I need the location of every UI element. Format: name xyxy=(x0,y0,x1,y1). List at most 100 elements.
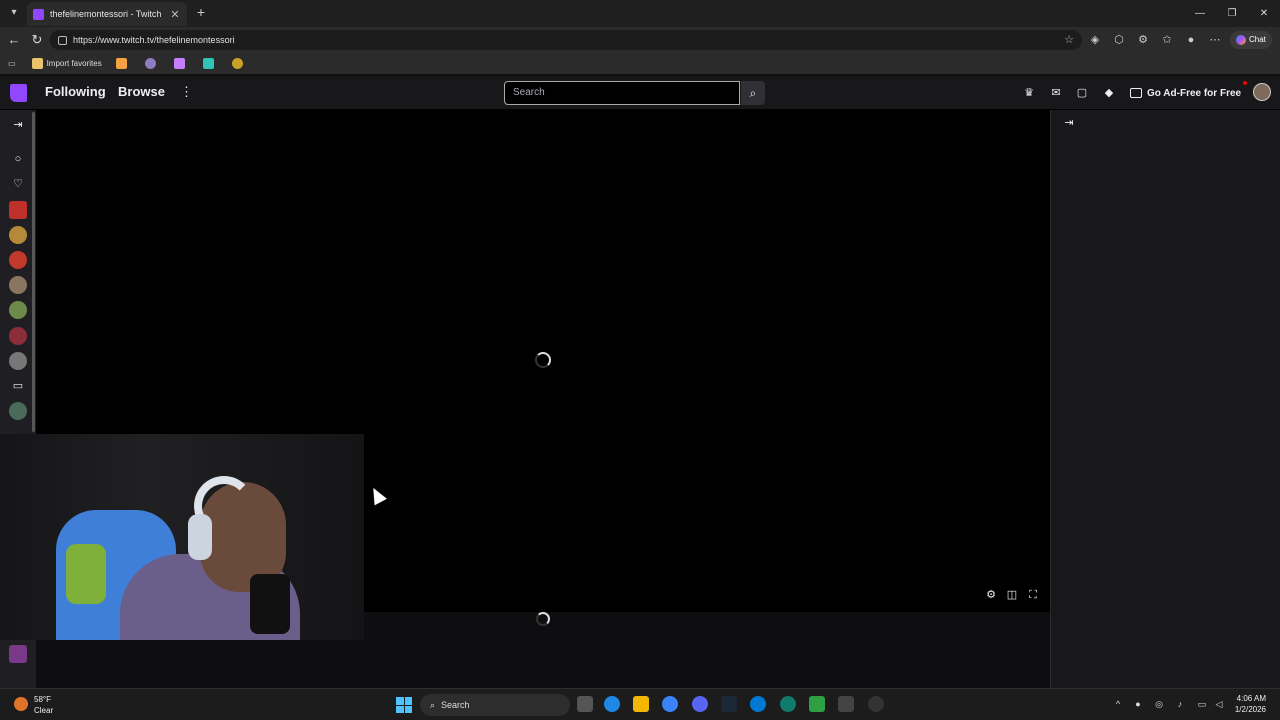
site-info-icon[interactable] xyxy=(58,35,67,45)
steam-icon[interactable] xyxy=(721,696,737,712)
favorite-5[interactable] xyxy=(231,58,247,69)
twitch-logo-icon[interactable] xyxy=(10,84,27,102)
windows-taskbar: 58°F Clear ⌕ Search ^ ● ◎ ♪ ▭ ◁ 4:06 AM … xyxy=(0,688,1280,720)
maximize-button[interactable]: ❐ xyxy=(1216,0,1248,27)
favorite-star-icon[interactable]: ☆ xyxy=(1064,33,1074,46)
edge-icon[interactable] xyxy=(604,696,620,712)
more-menu-icon[interactable]: ⋮ xyxy=(180,84,193,100)
microphone-icon[interactable]: ♪ xyxy=(1174,698,1186,710)
nav-following[interactable]: Following xyxy=(45,84,106,99)
settings-gear-icon[interactable]: ⚙ xyxy=(984,588,998,602)
copilot-chat-button[interactable]: Chat xyxy=(1230,31,1272,49)
new-tab-button[interactable]: + xyxy=(193,4,209,20)
more-options-icon[interactable]: ⋯ xyxy=(1206,30,1224,50)
go-ad-free-button[interactable]: Go Ad-Free for Free xyxy=(1130,84,1241,102)
browser-tab-bar: ▾ thefelinemontessori - Twitch ✕ + — ❐ ✕ xyxy=(0,0,1280,27)
app-icon[interactable] xyxy=(868,696,884,712)
folder-icon xyxy=(31,58,43,69)
profile-icon[interactable]: ● xyxy=(1182,30,1200,50)
bookmark-icon xyxy=(115,58,127,69)
url-text: https://www.twitch.tv/thefelinemontessor… xyxy=(73,35,235,45)
reading-list-icon[interactable]: ▭ xyxy=(8,59,16,68)
window-controls: — ❐ ✕ xyxy=(1184,0,1280,27)
favorites-icon[interactable]: ✩ xyxy=(1158,30,1176,50)
favorite-4[interactable] xyxy=(202,58,218,69)
favorite-2[interactable] xyxy=(144,58,160,69)
task-view-icon[interactable] xyxy=(577,696,593,712)
bookmark-icon xyxy=(173,58,185,69)
fullscreen-icon[interactable]: ⛶ xyxy=(1026,588,1040,602)
webcam-overlay xyxy=(0,434,364,640)
followed-channel-avatar[interactable] xyxy=(9,645,27,663)
headset-earcup xyxy=(188,514,212,560)
tab-actions-icon[interactable]: ▾ xyxy=(6,5,22,21)
notification-dot xyxy=(1243,81,1247,85)
gaming-chair-accent xyxy=(66,544,106,604)
followed-channel-avatar[interactable] xyxy=(9,201,27,219)
inbox-icon[interactable]: ✉ xyxy=(1048,85,1064,101)
taskbar-search-label: Search xyxy=(441,700,470,710)
refresh-icon[interactable]: ↻ xyxy=(29,32,45,48)
app-icon[interactable] xyxy=(809,696,825,712)
app-icon[interactable] xyxy=(838,696,854,712)
tray-app-icon[interactable]: ● xyxy=(1132,698,1144,710)
copilot-app-icon[interactable] xyxy=(662,696,678,712)
file-explorer-icon[interactable] xyxy=(633,696,649,712)
followed-channel-avatar[interactable] xyxy=(9,301,27,319)
followed-channel-avatar[interactable] xyxy=(9,226,27,244)
browser-toolbar: ◈ ⬡ ⚙ ✩ ● ⋯ xyxy=(1086,30,1224,50)
theatre-mode-icon[interactable]: ◫ xyxy=(1005,588,1019,602)
search-icon[interactable]: ⌕ xyxy=(741,81,765,105)
close-tab-icon[interactable]: ✕ xyxy=(169,8,181,21)
extension-icon[interactable]: ◈ xyxy=(1086,30,1104,50)
volume-icon[interactable]: ◁ xyxy=(1213,698,1225,710)
favorite-1[interactable] xyxy=(115,58,131,69)
recommended-icon[interactable]: ○ xyxy=(10,151,26,167)
player-controls: ⚙ ◫ ⛶ xyxy=(984,588,1040,602)
split-screen-icon[interactable]: ⚙ xyxy=(1134,30,1152,50)
followed-channel-avatar[interactable] xyxy=(9,402,27,420)
import-favorites-label: Import favorites xyxy=(46,59,102,68)
show-hidden-icons-icon[interactable]: ^ xyxy=(1112,698,1124,710)
bookmark-icon xyxy=(231,58,243,69)
expand-sidebar-icon[interactable]: ⇥ xyxy=(10,117,26,133)
bits-icon[interactable]: ◆ xyxy=(1101,85,1117,101)
whispers-icon[interactable]: ▢ xyxy=(1074,85,1090,101)
network-icon[interactable]: ▭ xyxy=(1196,698,1208,710)
microphone xyxy=(250,574,290,634)
chat-label: Chat xyxy=(1249,35,1266,44)
start-button[interactable] xyxy=(396,697,412,713)
url-input[interactable]: https://www.twitch.tv/thefelinemontessor… xyxy=(50,30,1082,50)
close-window-button[interactable]: ✕ xyxy=(1248,0,1280,27)
search-input[interactable]: Search xyxy=(504,81,740,105)
loading-spinner-icon xyxy=(535,352,551,368)
crown-icon[interactable]: ♛ xyxy=(1021,85,1037,101)
back-arrow-icon[interactable]: ← xyxy=(6,32,22,48)
browser-tab-twitch[interactable]: thefelinemontessori - Twitch ✕ xyxy=(27,2,187,26)
clock-date[interactable]: 1/2/2026 xyxy=(1230,705,1266,714)
followed-channel-avatar[interactable] xyxy=(9,251,27,269)
video-camera-icon[interactable]: ▭ xyxy=(10,378,26,394)
extensions-puzzle-icon[interactable]: ⬡ xyxy=(1110,30,1128,50)
followed-channel-avatar[interactable] xyxy=(9,352,27,370)
sidebar-scrollbar[interactable] xyxy=(32,112,35,432)
user-avatar[interactable] xyxy=(1253,83,1271,101)
clock-time[interactable]: 4:06 AM xyxy=(1230,694,1266,703)
app-icon[interactable] xyxy=(750,696,766,712)
discord-icon[interactable] xyxy=(692,696,708,712)
followed-channel-avatar[interactable] xyxy=(9,276,27,294)
favorite-3[interactable] xyxy=(173,58,189,69)
weather-icon[interactable] xyxy=(14,697,28,711)
followed-channel-avatar[interactable] xyxy=(9,327,27,345)
favorites-bar: ▭ Import favorites xyxy=(0,53,1280,75)
app-icon[interactable] xyxy=(780,696,796,712)
minimize-button[interactable]: — xyxy=(1184,0,1216,27)
tray-app-icon[interactable]: ◎ xyxy=(1153,698,1165,710)
chat-panel xyxy=(1050,110,1280,688)
taskbar-search[interactable]: ⌕ Search xyxy=(420,694,570,716)
import-favorites-link[interactable]: Import favorites xyxy=(31,58,102,69)
nav-browse[interactable]: Browse xyxy=(118,84,165,99)
collapse-chat-icon[interactable]: ⇥ xyxy=(1062,116,1076,130)
twitch-favicon-icon xyxy=(33,8,44,20)
followed-heart-icon[interactable]: ♡ xyxy=(10,176,26,192)
